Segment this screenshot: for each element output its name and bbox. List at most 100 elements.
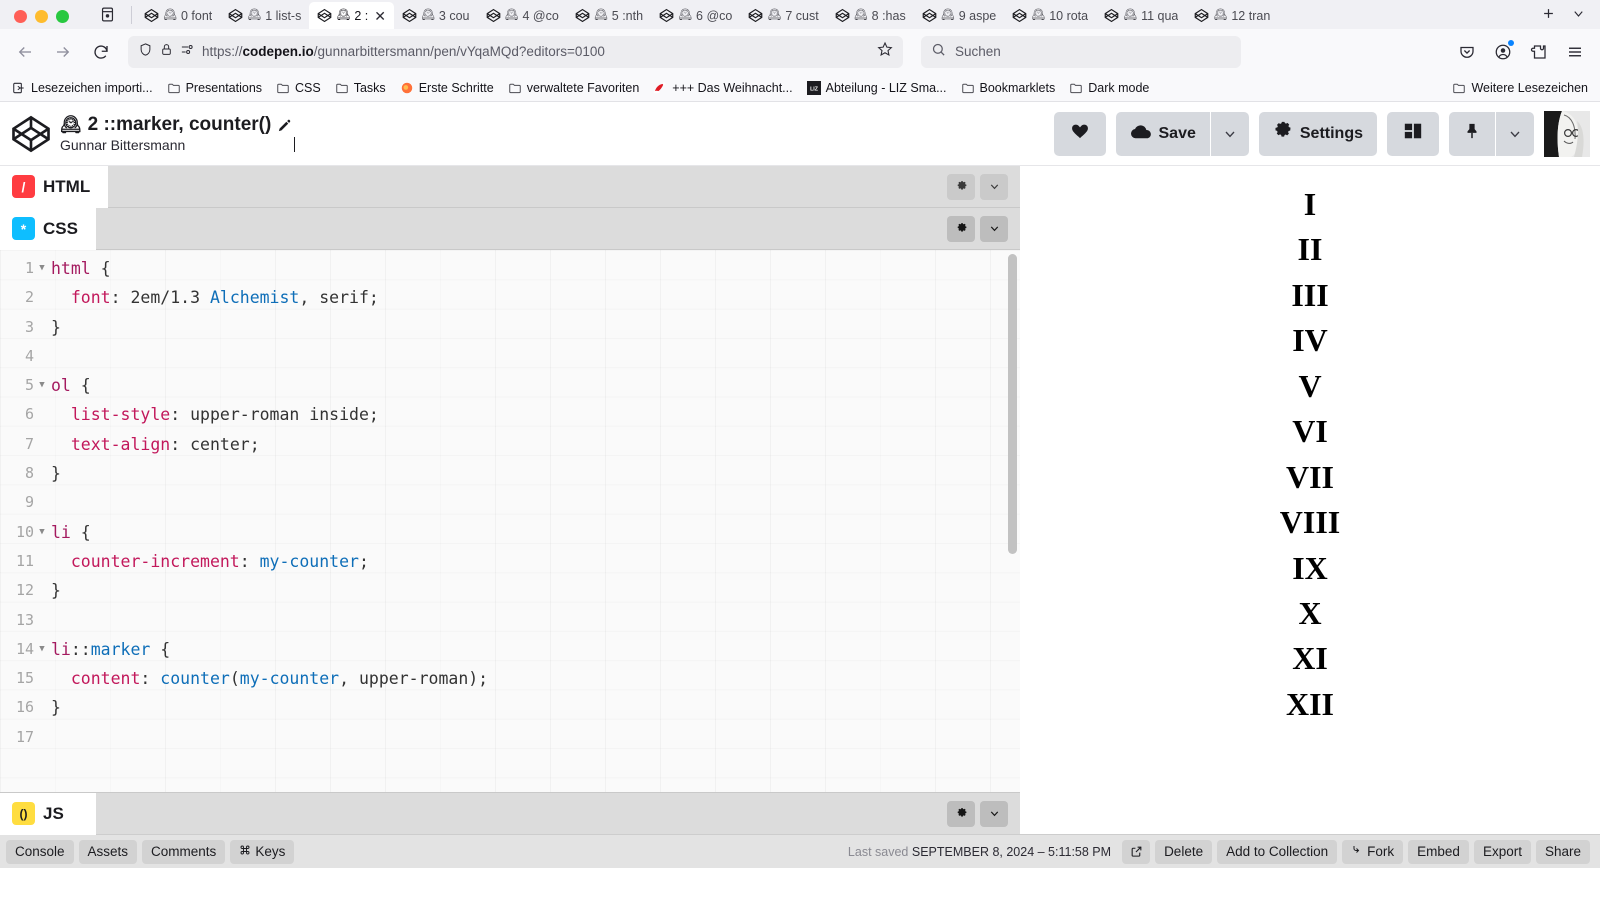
layout-toggle-button[interactable] (1387, 111, 1439, 156)
fold-toggle-icon[interactable]: ▼ (34, 381, 50, 390)
bottom-bar-button[interactable]: Fork (1342, 839, 1404, 864)
account-icon[interactable] (1486, 36, 1520, 68)
bottom-bar-button[interactable]: Export (1473, 839, 1531, 864)
panel-actions-html[interactable] (947, 173, 1020, 200)
chevron-down-icon[interactable] (980, 800, 1008, 827)
browser-tab[interactable]: 🕰 7 cust (740, 2, 826, 29)
panel-tab-js[interactable]: () JS (0, 792, 96, 835)
save-button-group[interactable]: Save (1115, 111, 1249, 156)
gear-icon[interactable] (947, 173, 975, 200)
external-link-icon[interactable] (1122, 839, 1151, 864)
code-line[interactable]: 16} (0, 693, 1020, 722)
pen-title-row[interactable]: 🕰 2 ::marker, counter() (60, 114, 292, 136)
close-icon[interactable]: ✕ (374, 9, 386, 23)
save-button[interactable]: Save (1115, 111, 1210, 156)
browser-tab[interactable]: 🕰 11 qua (1096, 2, 1186, 29)
tab-overflow-menu-button[interactable] (1564, 1, 1592, 25)
fold-toggle-icon[interactable]: ▼ (34, 645, 50, 654)
browser-tabs[interactable]: 🕰 0 font 🕰 1 list-s 🕰 2 : ✕ 🕰 3 cou 🕰 4 @co 🕰 5 :nth… (136, 0, 1530, 29)
chevron-down-icon[interactable] (980, 215, 1008, 242)
window-maximize-button[interactable] (56, 10, 69, 23)
bookmark-item[interactable]: Presentations (161, 78, 268, 98)
pencil-icon[interactable] (277, 118, 292, 133)
bookmark-star-icon[interactable] (877, 41, 893, 62)
search-bar[interactable]: Suchen (921, 35, 1241, 68)
bookmark-item[interactable]: Bookmarklets (955, 78, 1062, 98)
list-all-tabs-icon[interactable] (93, 3, 121, 25)
window-controls[interactable] (8, 10, 83, 29)
love-button[interactable] (1053, 111, 1106, 156)
browser-tab[interactable]: 🕰 5 :nth (567, 2, 651, 29)
code-line[interactable]: 4 (0, 342, 1020, 371)
tabstrip-actions[interactable] (1530, 1, 1600, 29)
code-line[interactable]: 7 text-align: center; (0, 430, 1020, 459)
code-line[interactable]: 9 (0, 488, 1020, 517)
panel-header-js[interactable]: () JS (0, 792, 1020, 835)
bookmark-item[interactable]: +++ Das Weihnacht... (647, 78, 798, 98)
pin-button-group[interactable] (1449, 111, 1534, 156)
codepen-logo[interactable] (10, 113, 52, 155)
bottom-bar-button[interactable]: Share (1535, 839, 1590, 864)
bookmark-item[interactable]: Lesezeichen importi... (6, 78, 159, 98)
code-line[interactable]: 12} (0, 576, 1020, 605)
avatar[interactable] (1544, 110, 1590, 157)
bottom-bar-button[interactable]: Embed (1408, 839, 1469, 864)
forward-button[interactable] (46, 36, 80, 68)
search-placeholder[interactable]: Suchen (955, 44, 1001, 59)
app-menu-icon[interactable] (1558, 36, 1592, 68)
lock-icon[interactable] (160, 42, 173, 62)
code-line[interactable]: 8} (0, 459, 1020, 488)
reload-button[interactable] (84, 36, 118, 68)
url-bar[interactable]: https://codepen.io/gunnarbittersmann/pen… (128, 35, 903, 68)
browser-tab[interactable]: 🕰 4 @co (478, 2, 567, 29)
bottom-bar-button[interactable]: Keys (230, 839, 295, 864)
code-line[interactable]: 14 ▼ li::marker { (0, 635, 1020, 664)
browser-tab[interactable]: 🕰 1 list-s (220, 2, 309, 29)
bookmark-item[interactable]: Erste Schritte (394, 78, 500, 98)
bookmark-item[interactable]: CSS (270, 78, 327, 98)
gear-icon[interactable] (947, 215, 975, 242)
code-line[interactable]: 11 counter-increment: my-counter; (0, 547, 1020, 576)
settings-button[interactable]: Settings (1258, 111, 1377, 156)
fold-toggle-icon[interactable]: ▼ (34, 527, 50, 537)
bookmarks-overflow-button[interactable]: Weitere Lesezeichen (1446, 78, 1594, 98)
chevron-down-icon[interactable] (980, 173, 1008, 200)
browser-tab[interactable]: 🕰 10 rota (1004, 2, 1096, 29)
code-line[interactable]: 6 list-style: upper-roman inside; (0, 400, 1020, 429)
page-title[interactable]: 2 ::marker, counter() (88, 114, 272, 136)
browser-tab[interactable]: 🕰 9 aspe (914, 2, 1005, 29)
code-line[interactable]: 3} (0, 313, 1020, 342)
bookmark-item[interactable]: verwaltete Favoriten (502, 78, 646, 98)
code-lines[interactable]: 1 ▼ html {2 font: 2em/1.3 Alchemist, serif… (0, 250, 1020, 752)
css-code-editor[interactable]: 1 ▼ html {2 font: 2em/1.3 Alchemist, serif… (0, 250, 1020, 792)
panel-header-html[interactable]: / HTML (0, 165, 1020, 208)
fold-toggle-icon[interactable]: ▼ (34, 264, 50, 273)
permissions-icon[interactable] (180, 42, 195, 62)
bookmark-item[interactable]: Dark mode (1063, 78, 1155, 98)
editor-scrollbar[interactable] (1008, 254, 1017, 554)
browser-tab[interactable]: 🕰 6 @co (651, 2, 740, 29)
bottom-bar-button[interactable]: Assets (78, 839, 138, 864)
pocket-icon[interactable] (1450, 36, 1484, 68)
bookmark-item[interactable]: Tasks (329, 78, 392, 98)
panel-tab-html[interactable]: / HTML (0, 165, 109, 208)
code-line[interactable]: 10 ▼ li { (0, 518, 1020, 547)
shield-icon[interactable] (138, 42, 153, 62)
window-minimize-button[interactable] (35, 10, 48, 23)
panel-tab-css[interactable]: * CSS (0, 207, 96, 250)
save-dropdown-button[interactable] (1210, 111, 1249, 156)
bookmark-item[interactable]: LIZ Abteilung - LIZ Sma... (801, 78, 953, 98)
code-line[interactable]: 2 font: 2em/1.3 Alchemist, serif; (0, 283, 1020, 312)
window-close-button[interactable] (14, 10, 27, 23)
preview-pane[interactable]: I II III IV V VI VII VIII IX X XI XII (1020, 166, 1600, 834)
bottom-bar-button[interactable]: Console (6, 839, 74, 864)
panel-actions-js[interactable] (947, 800, 1020, 827)
url-text[interactable]: https://codepen.io/gunnarbittersmann/pen… (202, 44, 605, 59)
code-line[interactable]: 15 content: counter(my-counter, upper-ro… (0, 664, 1020, 693)
pin-dropdown-button[interactable] (1496, 111, 1534, 156)
browser-tab[interactable]: 🕰 8 :has (827, 2, 914, 29)
panel-header-css[interactable]: * CSS (0, 207, 1020, 250)
bottom-bar-button[interactable]: Comments (142, 839, 226, 864)
code-line[interactable]: 17 (0, 723, 1020, 752)
bottom-bar-button[interactable]: Add to Collection (1217, 839, 1338, 864)
